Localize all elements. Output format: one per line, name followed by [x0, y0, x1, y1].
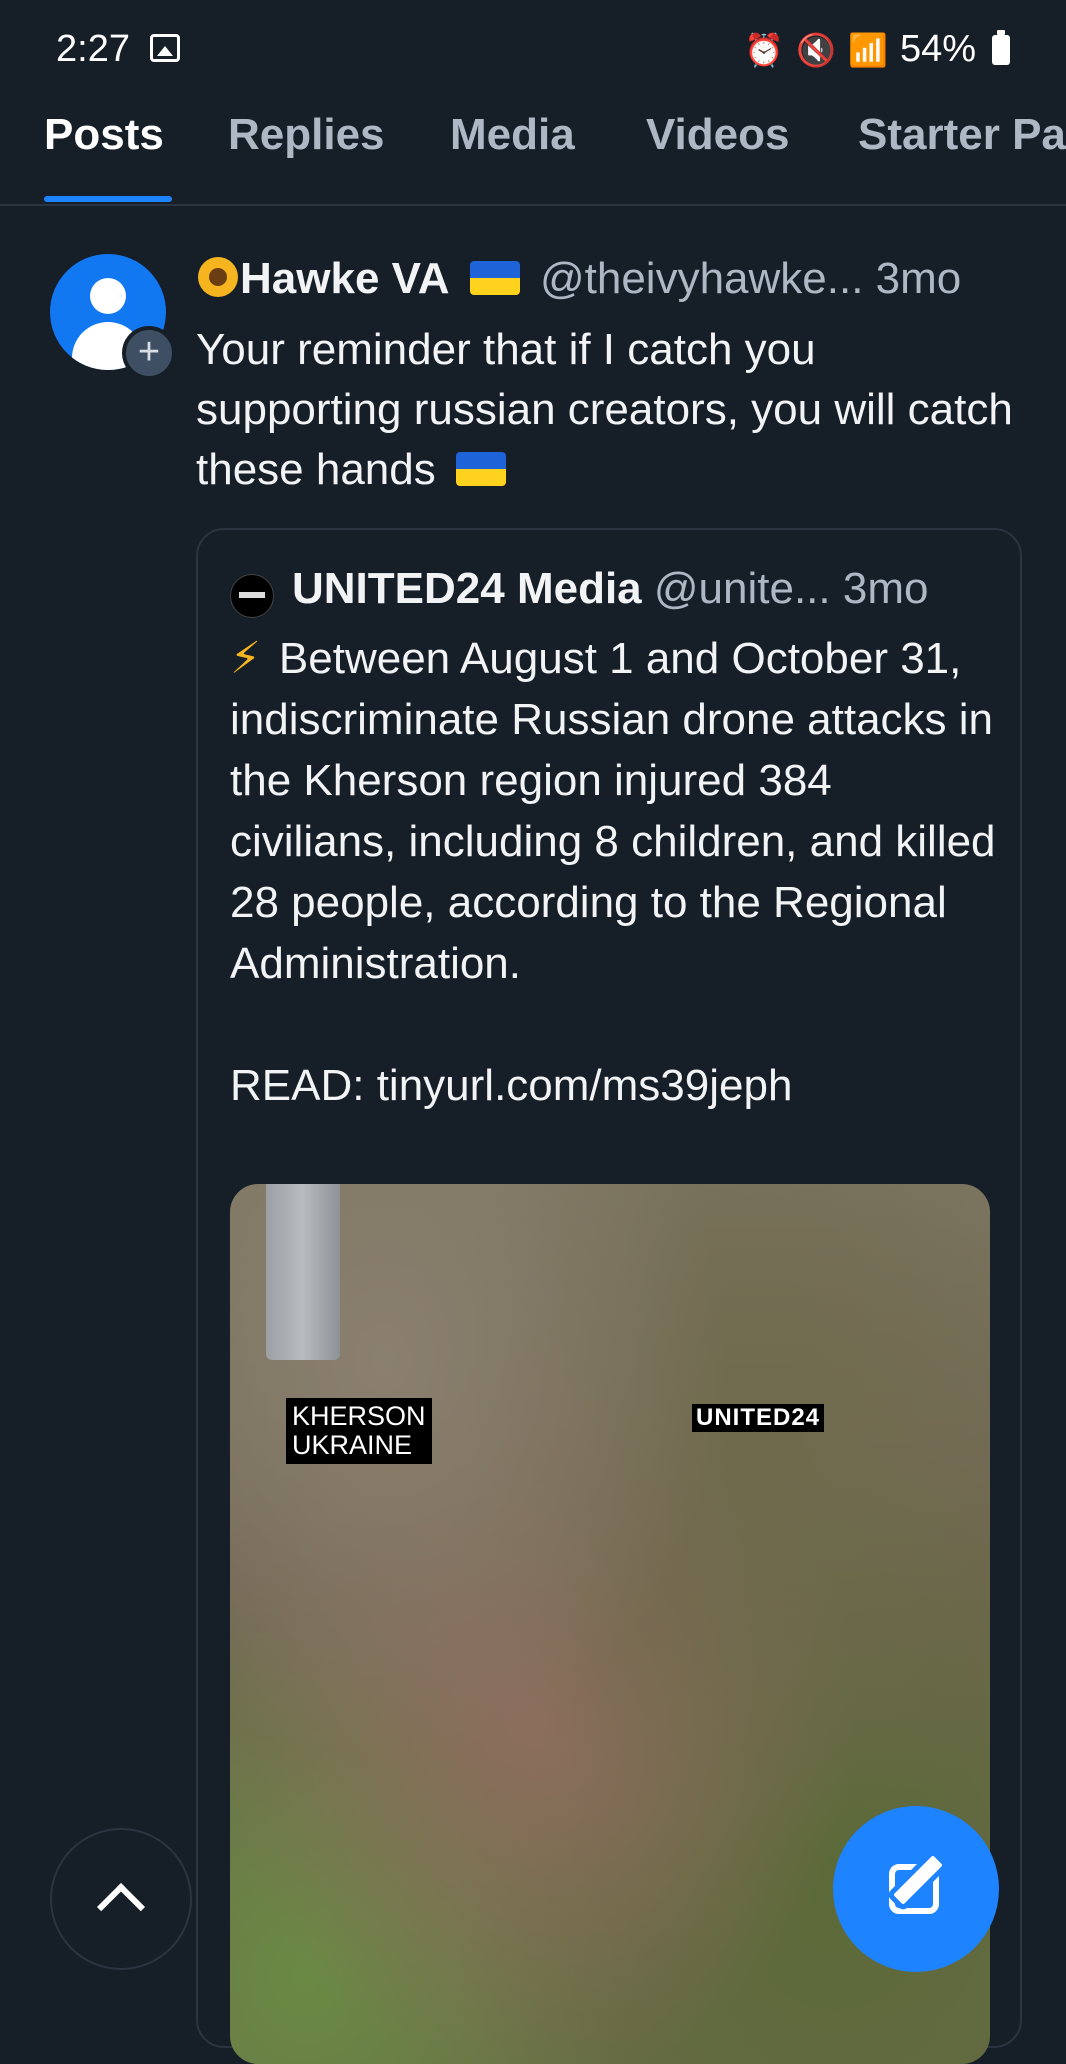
wifi-icon: 📶 — [848, 31, 888, 68]
quote-header: UNITED24 Media @unite... 3mo — [292, 564, 928, 614]
tab-media[interactable]: Media — [450, 110, 575, 160]
status-time: 2:27 — [56, 28, 130, 70]
status-bar: 2:27 ⏰ 🔇 📶 54% — [0, 0, 1066, 100]
post-body: Your reminder that if I catch you suppor… — [196, 320, 1026, 500]
united24-logo-icon — [230, 574, 274, 618]
battery-percent: 54% — [899, 28, 976, 70]
tab-replies[interactable]: Replies — [228, 110, 385, 160]
location-label-line2: UKRAINE — [292, 1430, 413, 1460]
post-age: 3mo — [875, 254, 962, 303]
post-text: Your reminder that if I catch you suppor… — [196, 325, 1013, 494]
status-icons: ⏰ 🔇 📶 54% — [744, 28, 1010, 71]
quote-author-handle: @unite... — [653, 564, 831, 613]
tab-starter-packs[interactable]: Starter Pa — [858, 110, 1066, 160]
ukraine-flag-icon — [455, 452, 506, 486]
ukraine-flag-icon — [469, 261, 520, 295]
chevron-up-icon — [96, 1882, 146, 1932]
read-link[interactable]: READ: tinyurl.com/ms39jeph — [230, 1055, 1000, 1116]
quote-author-name: UNITED24 Media — [292, 564, 642, 613]
tab-posts[interactable]: Posts — [44, 110, 164, 160]
scroll-to-top-button[interactable] — [50, 1828, 192, 1970]
compose-post-button[interactable] — [833, 1806, 999, 1972]
location-label-line1: KHERSON — [292, 1401, 426, 1431]
alarm-icon: ⏰ — [744, 31, 785, 68]
author-name[interactable]: Hawke VA — [240, 254, 450, 303]
quote-age: 3mo — [842, 564, 929, 613]
battery-icon — [992, 29, 1010, 65]
gallery-notification-icon — [150, 34, 180, 62]
united24-watermark: UNITED24 — [692, 1404, 825, 1432]
profile-tabs: Posts Replies Media Videos Starter Pa — [0, 100, 1066, 206]
quote-body: ⚡ Between August 1 and October 31, indisc… — [230, 628, 1000, 1116]
quote-text: Between August 1 and October 31, indiscr… — [230, 634, 996, 988]
location-label: KHERSON UKRAINE — [286, 1398, 432, 1464]
feed-post[interactable]: + Hawke VA @theivyhawke... 3mo Your remi… — [0, 216, 1066, 2064]
active-tab-indicator — [44, 196, 172, 202]
default-avatar-icon — [90, 278, 126, 314]
post-header: Hawke VA @theivyhawke... 3mo — [196, 254, 1036, 304]
lightning-icon: ⚡ — [230, 634, 261, 683]
pole-shape — [266, 1184, 340, 1360]
tab-videos[interactable]: Videos — [646, 110, 789, 160]
mute-icon: 🔇 — [796, 31, 837, 68]
follow-plus-icon[interactable]: + — [122, 326, 176, 380]
sunflower-icon — [196, 255, 240, 299]
author-handle[interactable]: @theivyhawke... — [540, 254, 863, 303]
